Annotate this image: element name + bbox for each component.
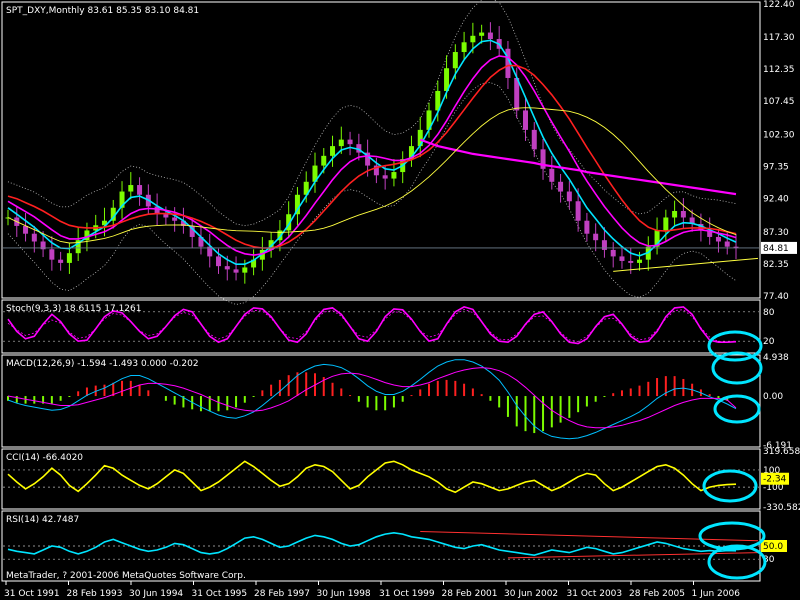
macd-panel-title: MACD(12,26,9) -1.594 -1.493 0.000 -0.202 xyxy=(6,359,199,369)
support-trendline xyxy=(613,257,759,272)
candle-body xyxy=(216,256,222,267)
candle-body xyxy=(23,225,29,234)
candle-body xyxy=(584,220,590,234)
price-axis-label: 122.40 xyxy=(763,0,795,10)
candle-body xyxy=(461,42,467,53)
price-axis-label: 102.30 xyxy=(763,130,795,140)
candle-body xyxy=(137,185,143,195)
lower-band-line xyxy=(7,82,737,305)
cci-axis-label: 319.6587 xyxy=(763,447,800,457)
x-axis-label: 28 Feb 2005 xyxy=(629,589,685,599)
ma-yellow-line xyxy=(7,107,737,244)
price-axis-label: 82.35 xyxy=(763,260,789,270)
stoch-panel-title: Stoch(9,3,3) 18.6115 17.1261 xyxy=(6,304,141,314)
candle-body xyxy=(715,236,721,242)
candle-body xyxy=(58,259,64,263)
x-axis-label: 30 Jun 1998 xyxy=(317,589,371,599)
macd-axis-label: 0.00 xyxy=(763,392,783,402)
price-axis-label: 97.35 xyxy=(763,163,789,173)
price-panel-title: SPT_DXY,Monthly 83.61 85.35 83.10 84.81 xyxy=(6,6,199,16)
candle-body xyxy=(347,139,353,145)
candle-body xyxy=(31,233,37,242)
candle-body xyxy=(66,253,72,263)
cci-panel-frame xyxy=(1,448,761,510)
x-axis-label: 31 Oct 1991 xyxy=(4,589,60,599)
ma-mid-line xyxy=(7,55,737,256)
candle-body xyxy=(566,191,572,202)
candle-body xyxy=(163,214,169,218)
candle-body xyxy=(128,185,134,192)
rsi-resistance-trendline xyxy=(420,530,759,542)
macd-axis-label: 4.938 xyxy=(763,353,789,363)
candle-body xyxy=(637,259,643,263)
x-axis-label: 1 Jun 2006 xyxy=(692,589,741,599)
price-axis-label: 117.30 xyxy=(763,33,795,43)
cci-panel-title: CCI(14) -66.4020 xyxy=(6,453,83,463)
annotation-ellipse-macd-top xyxy=(711,351,763,385)
x-axis-label: 30 Jun 1994 xyxy=(129,589,183,599)
candle-body xyxy=(610,249,616,257)
cci-value-label: -2.34 xyxy=(763,475,787,485)
candle-body xyxy=(672,210,678,218)
price-axis-label: 87.30 xyxy=(763,228,789,238)
candle-body xyxy=(549,168,555,182)
candle-body xyxy=(680,210,686,218)
candle-body xyxy=(242,267,248,273)
candle-body xyxy=(628,260,634,263)
rsi-line xyxy=(7,531,737,557)
price-axis-label: 107.45 xyxy=(763,97,795,107)
candle-body xyxy=(724,241,730,247)
candle-body xyxy=(452,52,458,69)
candle-body xyxy=(233,269,239,273)
candle-body xyxy=(330,146,336,156)
candle-body xyxy=(601,240,607,250)
price-axis-label: 92.40 xyxy=(763,195,789,205)
price-panel: 84.81 xyxy=(3,0,797,305)
rsi-value-label: 50.0 xyxy=(763,542,783,552)
candle-body xyxy=(663,217,669,231)
stoch-axis-label: 20 xyxy=(763,337,775,347)
candle-body xyxy=(522,110,528,130)
annotation-ellipse-macd xyxy=(713,394,761,424)
candle-body xyxy=(321,155,327,166)
candle-body xyxy=(391,172,397,179)
rsi-support-trendline xyxy=(507,552,759,559)
candle-body xyxy=(172,217,178,221)
candle-body xyxy=(479,32,485,36)
candle-body xyxy=(575,201,581,221)
cci-axis-label: -330.582 xyxy=(763,503,800,513)
copyright-watermark: MetaTrader, ? 2001-2006 MetaQuotes Softw… xyxy=(6,571,246,581)
candle-body xyxy=(619,256,625,261)
cci-line xyxy=(7,460,737,494)
x-axis-label: 31 Oct 2003 xyxy=(567,589,623,599)
panel-frames xyxy=(1,1,761,582)
x-axis-label: 30 Jun 2002 xyxy=(504,589,558,599)
ma-fast-line xyxy=(7,39,737,265)
upper-band-line xyxy=(7,0,737,227)
x-axis-label: 31 Oct 1999 xyxy=(379,589,435,599)
x-axis-label: 28 Feb 1993 xyxy=(67,589,123,599)
rsi-panel-title: RSI(14) 42.7487 xyxy=(6,515,79,525)
candle-body xyxy=(470,35,476,43)
price-axis-label: 112.35 xyxy=(763,65,795,75)
metatrader-chart: 84.81 122.40 117.30 112.35 107.45 102.30 97.35… xyxy=(1,0,800,599)
candle-body xyxy=(558,181,564,192)
candle-body xyxy=(593,233,599,241)
candle-body xyxy=(49,249,55,260)
candle-body xyxy=(382,175,388,179)
macd-main-line xyxy=(7,359,737,440)
annotation-ellipse-rsi xyxy=(707,544,767,580)
current-price-label: 84.81 xyxy=(763,244,789,254)
candle-body xyxy=(487,32,493,40)
candle-body xyxy=(531,129,537,150)
x-axis-label: 28 Feb 2001 xyxy=(442,589,498,599)
candle-body xyxy=(224,266,230,270)
x-axis-label: 31 Oct 1995 xyxy=(192,589,248,599)
candle-body xyxy=(338,139,344,147)
x-axis-label: 28 Feb 1997 xyxy=(254,589,310,599)
price-axis-label: 77.40 xyxy=(763,292,789,302)
stoch-axis-label: 80 xyxy=(763,308,775,318)
